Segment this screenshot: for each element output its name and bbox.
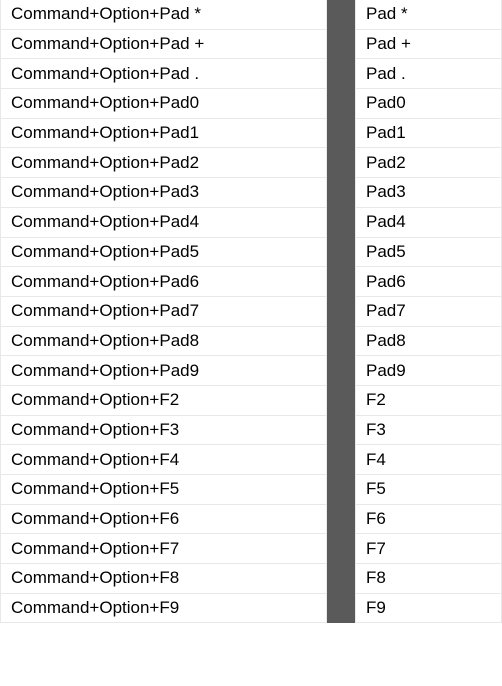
shortcut-cell: Command+Option+F2 <box>11 390 179 410</box>
key-cell: Pad7 <box>366 301 406 321</box>
table-row[interactable]: F8 <box>355 564 502 594</box>
key-cell: Pad3 <box>366 182 406 202</box>
shortcut-cell: Command+Option+F8 <box>11 568 179 588</box>
key-cell: F5 <box>366 479 386 499</box>
table-row[interactable]: Pad1 <box>355 119 502 149</box>
key-column: Pad * Pad + Pad . Pad0 Pad1 Pad2 Pad3 Pa… <box>355 0 502 623</box>
column-divider[interactable] <box>327 0 355 623</box>
shortcut-cell: Command+Option+Pad * <box>11 4 201 24</box>
key-cell: Pad1 <box>366 123 406 143</box>
shortcut-cell: Command+Option+Pad9 <box>11 361 199 381</box>
table-row[interactable]: Command+Option+F6 <box>0 505 327 535</box>
table-row[interactable]: Command+Option+Pad0 <box>0 89 327 119</box>
key-cell: Pad * <box>366 4 408 24</box>
shortcut-cell: Command+Option+F5 <box>11 479 179 499</box>
table-row[interactable]: Pad3 <box>355 178 502 208</box>
table-row[interactable]: Command+Option+F9 <box>0 594 327 624</box>
key-cell: Pad5 <box>366 242 406 262</box>
key-cell: F9 <box>366 598 386 618</box>
table-row[interactable]: F2 <box>355 386 502 416</box>
key-cell: F4 <box>366 450 386 470</box>
shortcut-cell: Command+Option+F4 <box>11 450 179 470</box>
key-cell: Pad2 <box>366 153 406 173</box>
table-row[interactable]: Command+Option+F3 <box>0 416 327 446</box>
shortcut-cell: Command+Option+F3 <box>11 420 179 440</box>
shortcut-cell: Command+Option+Pad3 <box>11 182 199 202</box>
table-row[interactable]: Pad0 <box>355 89 502 119</box>
shortcut-column: Command+Option+Pad * Command+Option+Pad … <box>0 0 327 623</box>
shortcut-cell: Command+Option+F7 <box>11 539 179 559</box>
table-row[interactable]: Command+Option+Pad . <box>0 59 327 89</box>
key-cell: Pad9 <box>366 361 406 381</box>
shortcut-cell: Command+Option+Pad0 <box>11 93 199 113</box>
table-row[interactable]: Pad9 <box>355 356 502 386</box>
table-row[interactable]: Command+Option+Pad1 <box>0 119 327 149</box>
key-cell: Pad4 <box>366 212 406 232</box>
key-cell: F8 <box>366 568 386 588</box>
key-cell: F6 <box>366 509 386 529</box>
table-row[interactable]: F5 <box>355 475 502 505</box>
shortcut-cell: Command+Option+Pad2 <box>11 153 199 173</box>
key-cell: F3 <box>366 420 386 440</box>
table-row[interactable]: F4 <box>355 445 502 475</box>
key-cell: Pad8 <box>366 331 406 351</box>
table-row[interactable]: Command+Option+F4 <box>0 445 327 475</box>
table-row[interactable]: Pad6 <box>355 267 502 297</box>
table-row[interactable]: Command+Option+F5 <box>0 475 327 505</box>
key-cell: F7 <box>366 539 386 559</box>
table-row[interactable]: Pad8 <box>355 327 502 357</box>
table-row[interactable]: Pad + <box>355 30 502 60</box>
shortcut-cell: Command+Option+F9 <box>11 598 179 618</box>
table-row[interactable]: Command+Option+Pad + <box>0 30 327 60</box>
table-row[interactable]: Command+Option+F8 <box>0 564 327 594</box>
table-row[interactable]: F7 <box>355 534 502 564</box>
shortcut-cell: Command+Option+Pad8 <box>11 331 199 351</box>
shortcut-cell: Command+Option+Pad5 <box>11 242 199 262</box>
key-cell: Pad6 <box>366 272 406 292</box>
table-row[interactable]: Pad7 <box>355 297 502 327</box>
table-row[interactable]: Pad * <box>355 0 502 30</box>
table-row[interactable]: Pad . <box>355 59 502 89</box>
key-cell: Pad0 <box>366 93 406 113</box>
table-row[interactable]: Command+Option+Pad * <box>0 0 327 30</box>
table-row[interactable]: F9 <box>355 594 502 624</box>
shortcut-cell: Command+Option+Pad1 <box>11 123 199 143</box>
key-cell: Pad . <box>366 64 406 84</box>
table-row[interactable]: Command+Option+Pad9 <box>0 356 327 386</box>
table-row[interactable]: Command+Option+Pad4 <box>0 208 327 238</box>
key-cell: F2 <box>366 390 386 410</box>
shortcut-cell: Command+Option+Pad + <box>11 34 204 54</box>
table-row[interactable]: Command+Option+Pad5 <box>0 238 327 268</box>
shortcut-cell: Command+Option+Pad7 <box>11 301 199 321</box>
table-row[interactable]: F3 <box>355 416 502 446</box>
table-row[interactable]: Command+Option+Pad8 <box>0 327 327 357</box>
shortcut-cell: Command+Option+F6 <box>11 509 179 529</box>
table-row[interactable]: F6 <box>355 505 502 535</box>
table-row[interactable]: Pad4 <box>355 208 502 238</box>
shortcut-cell: Command+Option+Pad4 <box>11 212 199 232</box>
table-row[interactable]: Command+Option+Pad6 <box>0 267 327 297</box>
table-row[interactable]: Command+Option+F2 <box>0 386 327 416</box>
key-cell: Pad + <box>366 34 411 54</box>
table-row[interactable]: Command+Option+Pad7 <box>0 297 327 327</box>
table-row[interactable]: Pad5 <box>355 238 502 268</box>
table-row[interactable]: Command+Option+F7 <box>0 534 327 564</box>
shortcut-cell: Command+Option+Pad6 <box>11 272 199 292</box>
table-row[interactable]: Command+Option+Pad3 <box>0 178 327 208</box>
shortcut-table: Command+Option+Pad * Command+Option+Pad … <box>0 0 502 623</box>
shortcut-cell: Command+Option+Pad . <box>11 64 199 84</box>
table-row[interactable]: Command+Option+Pad2 <box>0 148 327 178</box>
table-row[interactable]: Pad2 <box>355 148 502 178</box>
